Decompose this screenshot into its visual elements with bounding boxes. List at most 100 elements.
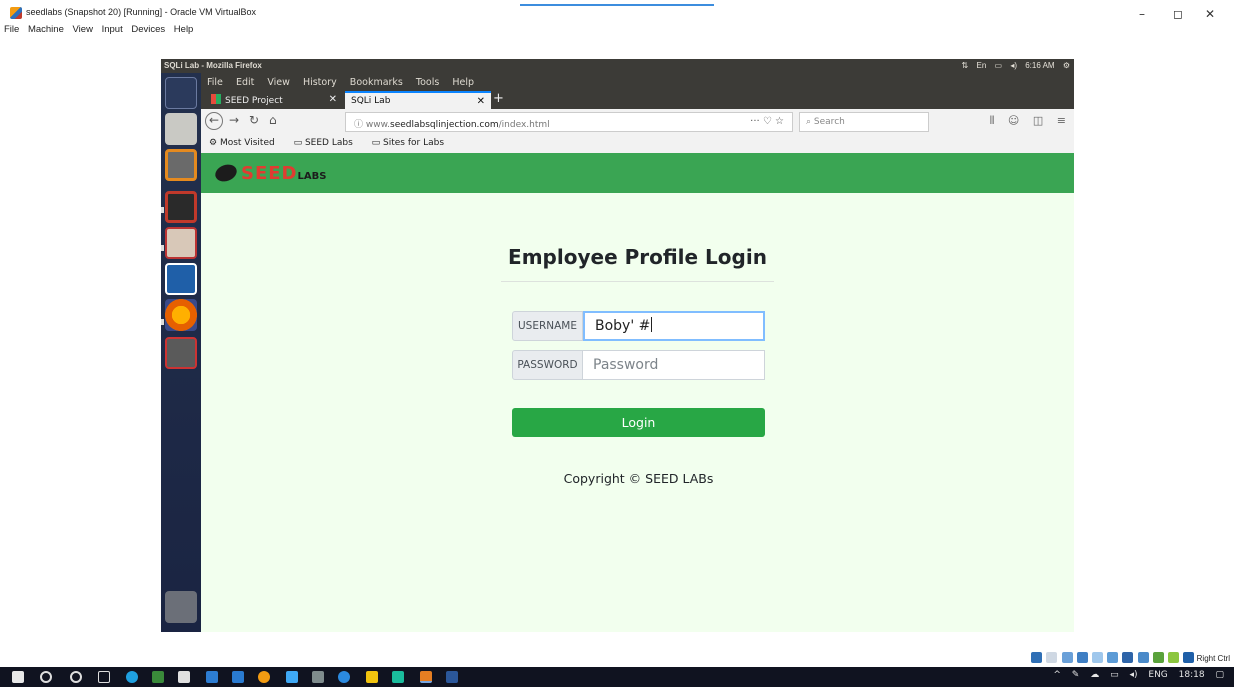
- menu-file[interactable]: File: [4, 24, 19, 35]
- vscode-icon[interactable]: [232, 671, 244, 683]
- tab-close-icon[interactable]: ✕: [329, 94, 337, 105]
- sublime-icon[interactable]: [165, 149, 197, 181]
- task-view-icon[interactable]: [98, 671, 110, 683]
- ff-menu-bookmarks[interactable]: Bookmarks: [350, 77, 403, 88]
- cpu-status-icon[interactable]: [1152, 652, 1164, 663]
- bookmark-seed-labs[interactable]: ▭ SEED Labs: [294, 138, 361, 148]
- ff-menu-tools[interactable]: Tools: [416, 77, 439, 88]
- bookmark-star-icon[interactable]: ☆: [775, 116, 784, 127]
- login-button[interactable]: Login: [512, 408, 765, 437]
- pocket-icon[interactable]: ♡: [763, 116, 772, 127]
- username-input[interactable]: Boby' #: [583, 311, 765, 341]
- taskbar-app-icon[interactable]: [392, 671, 404, 683]
- edge-icon[interactable]: [126, 671, 138, 683]
- taskbar-clock[interactable]: 18:18: [1179, 670, 1205, 680]
- ff-menu-edit[interactable]: Edit: [236, 77, 254, 88]
- tab-sqli-lab[interactable]: SQLi Lab ✕: [345, 91, 491, 109]
- page-actions-icon[interactable]: ···: [750, 116, 760, 127]
- battery-icon[interactable]: ▭: [1110, 670, 1119, 680]
- audio-status-icon[interactable]: [1061, 652, 1073, 663]
- new-tab-button[interactable]: +: [493, 91, 504, 106]
- sidebar-icon[interactable]: ◫: [1033, 114, 1043, 127]
- system-settings-icon[interactable]: [165, 337, 197, 369]
- terminal-icon[interactable]: [165, 191, 197, 223]
- firefox-icon[interactable]: [165, 299, 197, 331]
- ff-menu-file[interactable]: File: [207, 77, 223, 88]
- usb-status-icon[interactable]: [1092, 652, 1104, 663]
- cortana-icon[interactable]: [70, 671, 82, 683]
- menu-machine[interactable]: Machine: [28, 24, 64, 35]
- volume-icon[interactable]: ◂): [1129, 670, 1137, 680]
- taskbar-app-icon[interactable]: [338, 671, 350, 683]
- network-icon[interactable]: ⇅: [962, 61, 969, 70]
- notification-icon[interactable]: ▢: [1215, 670, 1224, 680]
- login-area: Employee Profile Login USERNAME Boby' # …: [201, 193, 1074, 632]
- running-indicator: [161, 319, 164, 325]
- store-icon[interactable]: [178, 671, 190, 683]
- recording-status-icon[interactable]: [1137, 652, 1149, 663]
- url-bar[interactable]: ⓘ www.seedlabsqlinjection.com/index.html…: [345, 112, 793, 132]
- ff-menu-help[interactable]: Help: [452, 77, 474, 88]
- language-indicator[interactable]: ENG: [1148, 670, 1167, 680]
- password-input[interactable]: Password: [583, 350, 765, 380]
- taskbar-app-icon[interactable]: [312, 671, 324, 683]
- tab-seed-project[interactable]: SEED Project ✕: [205, 91, 343, 109]
- logo-text: SEED: [241, 163, 298, 184]
- volume-icon[interactable]: ◂): [1010, 61, 1017, 70]
- seed-favicon-icon: [211, 94, 221, 104]
- bookmark-most-visited[interactable]: ⚙ Most Visited: [209, 138, 283, 148]
- back-arrow-icon[interactable]: ←: [205, 112, 223, 130]
- reload-icon[interactable]: ↻: [249, 113, 259, 127]
- mouse-integration-icon[interactable]: [1168, 652, 1180, 663]
- word-icon[interactable]: [446, 671, 458, 683]
- close-button[interactable]: ✕: [1192, 3, 1228, 25]
- maximize-button[interactable]: ◻: [1160, 3, 1196, 25]
- optical-drive-icon[interactable]: [1046, 652, 1058, 663]
- taskbar-app-icon[interactable]: [286, 671, 298, 683]
- windows-start-icon[interactable]: [12, 671, 24, 683]
- firefox-taskbar-icon[interactable]: [258, 671, 270, 683]
- settings-gear-icon[interactable]: ⚙: [1063, 61, 1070, 70]
- display-status-icon[interactable]: [1122, 652, 1134, 663]
- search-icon[interactable]: [40, 671, 52, 683]
- progress-line: [520, 4, 714, 6]
- minimize-button[interactable]: –: [1124, 3, 1160, 25]
- chevron-up-icon[interactable]: ^: [1053, 670, 1061, 680]
- library-icon[interactable]: ⫴: [990, 114, 995, 127]
- text-editor-icon[interactable]: [165, 113, 197, 145]
- forward-arrow-icon[interactable]: →: [229, 113, 239, 127]
- menu-view[interactable]: View: [73, 24, 93, 35]
- menu-help[interactable]: Help: [174, 24, 194, 35]
- search-input[interactable]: ⌕ Search: [799, 112, 929, 132]
- pen-icon[interactable]: ✎: [1072, 670, 1080, 680]
- hdd-status-icon[interactable]: [1031, 652, 1043, 663]
- ff-menu-view[interactable]: View: [267, 77, 290, 88]
- files-icon[interactable]: [165, 227, 197, 259]
- home-icon[interactable]: ⌂: [269, 113, 277, 127]
- onedrive-icon[interactable]: ☁: [1090, 670, 1099, 680]
- tab-close-icon[interactable]: ✕: [477, 96, 485, 107]
- menu-devices[interactable]: Devices: [131, 24, 165, 35]
- bookmark-sites-for-labs[interactable]: ▭ Sites for Labs: [372, 138, 452, 148]
- active-window-title: SQLi Lab - Mozilla Firefox: [164, 61, 262, 70]
- dash-home-icon[interactable]: [165, 77, 197, 109]
- info-icon[interactable]: ⓘ: [354, 120, 363, 130]
- panel-clock[interactable]: 6:16 AM: [1025, 61, 1054, 70]
- keyboard-capture-icon[interactable]: [1183, 652, 1195, 663]
- menu-input[interactable]: Input: [102, 24, 123, 35]
- mail-icon[interactable]: [206, 671, 218, 683]
- keyboard-indicator[interactable]: En: [976, 61, 986, 70]
- network-status-icon[interactable]: [1076, 652, 1088, 663]
- ff-menu-history[interactable]: History: [303, 77, 337, 88]
- wireshark-icon[interactable]: [165, 263, 197, 295]
- account-icon[interactable]: ☺: [1008, 114, 1019, 127]
- virtualbox-taskbar-icon[interactable]: [420, 671, 432, 683]
- taskbar-app-icon[interactable]: [152, 671, 164, 683]
- trash-icon[interactable]: [165, 591, 197, 623]
- battery-icon[interactable]: ▭: [995, 61, 1003, 70]
- shared-folders-icon[interactable]: [1107, 652, 1119, 663]
- hamburger-menu-icon[interactable]: ≡: [1057, 114, 1066, 127]
- seed-labs-logo[interactable]: SEEDLABS: [212, 161, 326, 185]
- file-explorer-icon[interactable]: [366, 671, 378, 683]
- bookmark-label: Sites for Labs: [383, 138, 445, 148]
